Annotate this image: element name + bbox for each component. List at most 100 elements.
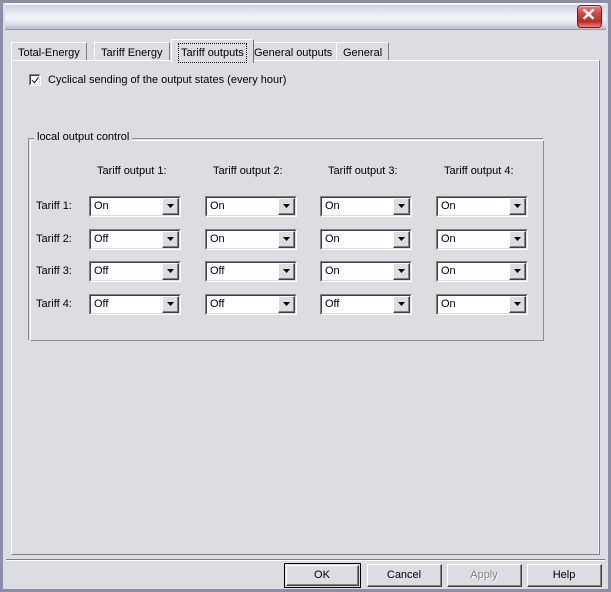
cyclical-sending-checkbox[interactable]	[29, 74, 41, 86]
chevron-down-icon	[513, 237, 521, 241]
dropdown-tariff-4-output-3[interactable]: Off	[320, 294, 412, 315]
dropdown-tariff-2-output-1[interactable]: Off	[89, 229, 181, 250]
dropdown-tariff-1-output-1[interactable]: On	[89, 196, 181, 217]
dropdown-tariff-1-output-2[interactable]: On	[205, 196, 297, 217]
chevron-down-icon	[166, 204, 174, 208]
cyclical-sending-checkbox-row[interactable]: Cyclical sending of the output states (e…	[29, 74, 286, 86]
dropdown-value: Off	[325, 298, 340, 310]
dropdown-tariff-2-output-4[interactable]: On	[436, 229, 528, 250]
chevron-down-icon	[513, 269, 521, 273]
cancel-button[interactable]: Cancel	[367, 564, 442, 587]
dropdown-value: Off	[210, 298, 225, 310]
dropdown-arrow-button[interactable]	[509, 296, 526, 313]
button-bar-separator	[6, 559, 605, 561]
chevron-down-icon	[397, 269, 405, 273]
local-output-control-legend: local output control	[34, 131, 133, 143]
row-label-tariff-3: Tariff 3:	[36, 265, 72, 277]
apply-button: Apply	[447, 564, 522, 587]
column-header-output-4: Tariff output 4:	[444, 165, 514, 177]
dropdown-tariff-3-output-1[interactable]: Off	[89, 261, 181, 282]
row-label-tariff-2: Tariff 2:	[36, 233, 72, 245]
dropdown-value: Off	[94, 233, 109, 245]
dropdown-value: On	[441, 265, 456, 277]
tab-strip: Total-Energy Tariff Energy Tariff output…	[11, 39, 601, 63]
chevron-down-icon	[282, 237, 290, 241]
chevron-down-icon	[513, 204, 521, 208]
checkmark-icon	[31, 77, 39, 84]
dialog-window: Total-Energy Tariff Energy Tariff output…	[0, 0, 611, 592]
dropdown-arrow-button[interactable]	[509, 263, 526, 280]
dropdown-tariff-1-output-3[interactable]: On	[320, 196, 412, 217]
tab-label: Tariff outputs	[178, 43, 247, 63]
tab-total-energy[interactable]: Total-Energy	[11, 42, 87, 61]
column-header-output-2: Tariff output 2:	[213, 165, 283, 177]
tab-general[interactable]: General	[336, 42, 390, 61]
dropdown-arrow-button[interactable]	[509, 231, 526, 248]
title-bar	[5, 3, 606, 30]
tab-general-outputs[interactable]: General outputs	[247, 42, 340, 61]
panel-edge-highlight	[598, 61, 599, 554]
dropdown-value: On	[441, 200, 456, 212]
column-header-output-1: Tariff output 1:	[97, 165, 167, 177]
dropdown-arrow-button[interactable]	[393, 263, 410, 280]
dropdown-value: On	[94, 200, 109, 212]
chevron-down-icon	[166, 269, 174, 273]
tab-label: Total-Energy	[18, 47, 80, 59]
chevron-down-icon	[282, 204, 290, 208]
dropdown-value: Off	[94, 265, 109, 277]
chevron-down-icon	[397, 302, 405, 306]
dropdown-arrow-button[interactable]	[278, 263, 295, 280]
dropdown-value: On	[210, 200, 225, 212]
dropdown-tariff-2-output-3[interactable]: On	[320, 229, 412, 250]
tab-tariff-outputs[interactable]: Tariff outputs	[171, 39, 254, 63]
dropdown-tariff-4-output-4[interactable]: On	[436, 294, 528, 315]
tab-panel-tariff-outputs: Cyclical sending of the output states (e…	[11, 60, 600, 555]
dropdown-tariff-4-output-1[interactable]: Off	[89, 294, 181, 315]
title-bar-highlight	[5, 3, 606, 5]
chevron-down-icon	[282, 302, 290, 306]
dropdown-value: On	[325, 265, 340, 277]
chevron-down-icon	[166, 302, 174, 306]
dropdown-tariff-3-output-3[interactable]: On	[320, 261, 412, 282]
row-label-tariff-4: Tariff 4:	[36, 298, 72, 310]
column-header-output-3: Tariff output 3:	[328, 165, 398, 177]
dropdown-value: On	[441, 298, 456, 310]
chevron-down-icon	[166, 237, 174, 241]
dropdown-tariff-3-output-2[interactable]: Off	[205, 261, 297, 282]
help-button-label: Help	[552, 569, 576, 581]
close-button[interactable]	[577, 5, 602, 28]
dropdown-value: On	[325, 233, 340, 245]
dropdown-arrow-button[interactable]	[393, 296, 410, 313]
close-icon	[582, 8, 595, 20]
chevron-down-icon	[513, 302, 521, 306]
dropdown-arrow-button[interactable]	[162, 198, 179, 215]
row-label-tariff-1: Tariff 1:	[36, 200, 72, 212]
dropdown-arrow-button[interactable]	[162, 231, 179, 248]
dropdown-arrow-button[interactable]	[278, 231, 295, 248]
dropdown-arrow-button[interactable]	[509, 198, 526, 215]
dropdown-arrow-button[interactable]	[278, 198, 295, 215]
dropdown-value: Off	[94, 298, 109, 310]
dropdown-value: Off	[210, 265, 225, 277]
dropdown-tariff-2-output-2[interactable]: On	[205, 229, 297, 250]
dropdown-value: On	[325, 200, 340, 212]
dialog-frame-inner: Total-Energy Tariff Energy Tariff output…	[3, 3, 608, 589]
dropdown-arrow-button[interactable]	[162, 296, 179, 313]
dropdown-value: On	[441, 233, 456, 245]
chevron-down-icon	[397, 204, 405, 208]
tab-label: General	[343, 47, 383, 59]
dropdown-tariff-3-output-4[interactable]: On	[436, 261, 528, 282]
dropdown-tariff-1-output-4[interactable]: On	[436, 196, 528, 217]
dropdown-arrow-button[interactable]	[162, 263, 179, 280]
cyclical-sending-label: Cyclical sending of the output states (e…	[48, 74, 287, 86]
chevron-down-icon	[397, 237, 405, 241]
ok-button[interactable]: OK	[284, 563, 361, 588]
dropdown-tariff-4-output-2[interactable]: Off	[205, 294, 297, 315]
dropdown-arrow-button[interactable]	[393, 198, 410, 215]
ok-button-label: OK	[314, 569, 330, 581]
dropdown-value: On	[210, 233, 225, 245]
tab-tariff-energy[interactable]: Tariff Energy	[94, 42, 170, 61]
help-button[interactable]: Help	[527, 564, 602, 587]
dropdown-arrow-button[interactable]	[278, 296, 295, 313]
dropdown-arrow-button[interactable]	[393, 231, 410, 248]
